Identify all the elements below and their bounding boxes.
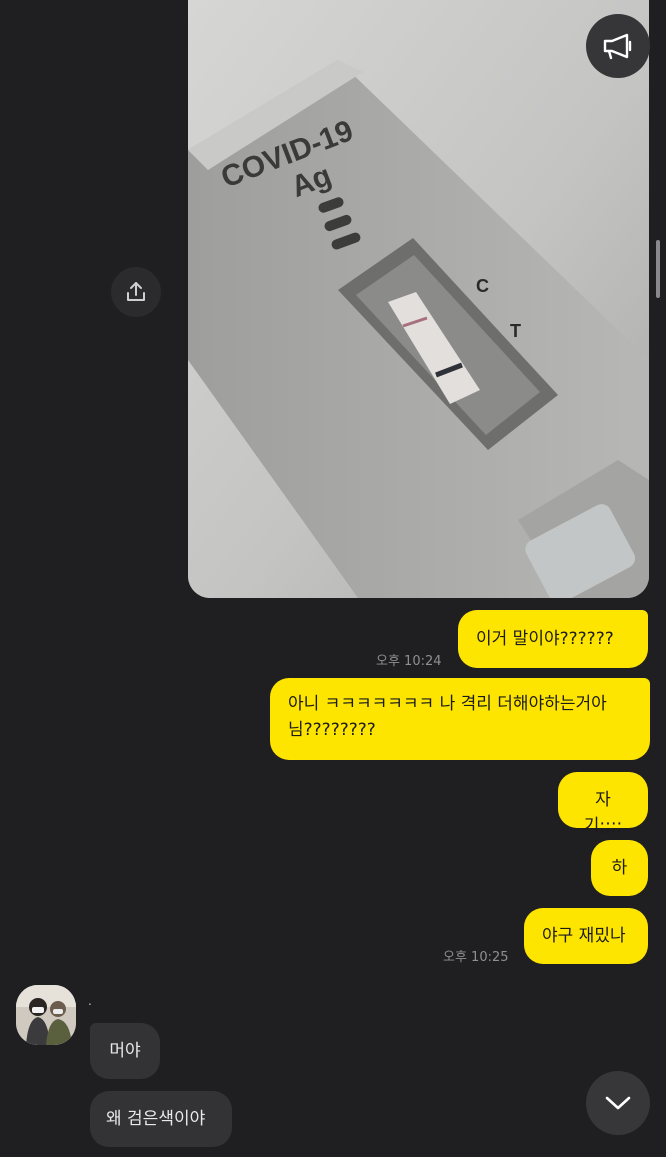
announce-button[interactable] xyxy=(586,14,650,78)
scrollbar-thumb[interactable] xyxy=(656,240,660,298)
message-bubble[interactable]: 머야 xyxy=(90,1023,160,1079)
timestamp: 오후 10:24 xyxy=(376,654,442,669)
message-bubble[interactable]: 하 xyxy=(591,840,648,896)
message-bubble[interactable]: 자기;;;; xyxy=(558,772,648,836)
avatar-image xyxy=(16,985,76,1045)
timestamp: 오후 10:25 xyxy=(443,950,509,965)
message-bubble[interactable]: 왜 검은색이야 xyxy=(90,1091,232,1147)
share-upload-icon xyxy=(127,282,145,301)
message-bubble[interactable]: 아니 ㅋㅋㅋㅋㅋㅋㅋ 나 격리 더해야하는거아님???????? xyxy=(270,678,650,760)
chevron-down-icon xyxy=(605,1096,631,1110)
message-bubble[interactable]: 이거 말이야?????? xyxy=(458,610,648,668)
megaphone-icon xyxy=(603,33,632,60)
test-marker: T xyxy=(510,321,521,341)
scroll-to-bottom-button[interactable] xyxy=(586,1071,650,1135)
avatar[interactable] xyxy=(16,985,76,1045)
photo-message[interactable]: COVID-19 Ag C T xyxy=(188,0,649,598)
share-button[interactable] xyxy=(111,267,161,317)
sender-name: . xyxy=(88,994,92,1008)
control-marker: C xyxy=(476,276,489,296)
message-bubble[interactable]: 야구 재밌나 xyxy=(524,908,648,964)
covid-test-photo: COVID-19 Ag C T xyxy=(188,0,649,598)
